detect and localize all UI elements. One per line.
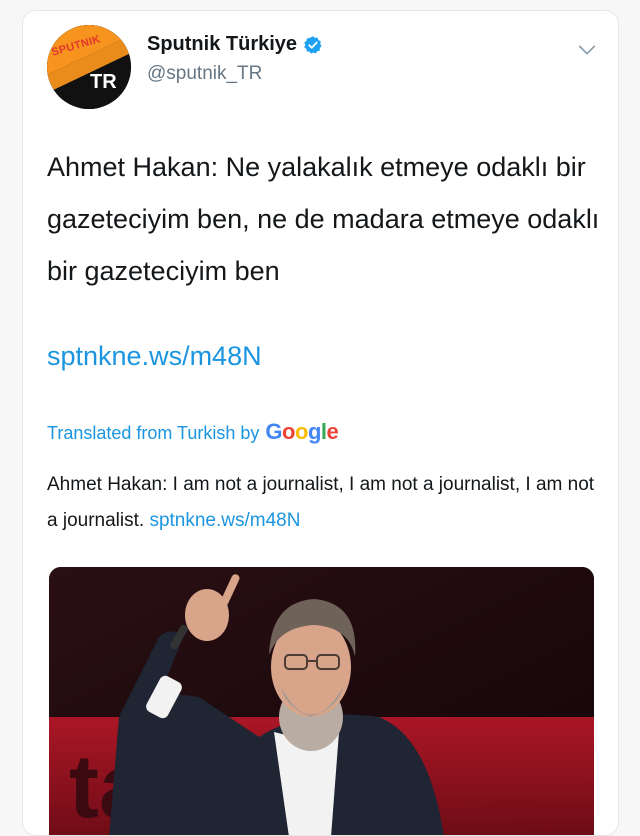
tweet-card: SPUTNIK TR Sputnik Türkiye @sputnik_TR A… bbox=[22, 10, 619, 836]
translation-attribution: Translated from Turkish by Google bbox=[47, 419, 339, 445]
tweet-text: Ahmet Hakan: Ne yalakalık etmeye odaklı … bbox=[47, 152, 600, 286]
translated-label[interactable]: Translated from Turkish by bbox=[47, 423, 259, 444]
chevron-down-icon[interactable] bbox=[576, 39, 598, 61]
translated-link[interactable]: sptnkne.ws/m48N bbox=[149, 510, 300, 531]
tweet-link[interactable]: sptnkne.ws/m48N bbox=[47, 341, 262, 372]
profile-avatar[interactable]: SPUTNIK TR bbox=[47, 25, 131, 109]
translated-text: Ahmet Hakan: I am not a journalist, I am… bbox=[47, 467, 607, 539]
google-logo: Google bbox=[265, 419, 339, 444]
tweet-media-image[interactable]: ta bö bbox=[49, 567, 594, 835]
display-name[interactable]: Sputnik Türkiye bbox=[147, 33, 297, 56]
verified-badge-icon bbox=[304, 35, 322, 54]
avatar-sub-text: TR bbox=[90, 71, 117, 93]
translated-text-body: Ahmet Hakan: I am not a journalist, I am… bbox=[47, 474, 595, 531]
media-photo: ta bö bbox=[49, 567, 594, 835]
name-row: Sputnik Türkiye bbox=[147, 33, 323, 56]
user-handle[interactable]: @sputnik_TR bbox=[147, 63, 262, 85]
